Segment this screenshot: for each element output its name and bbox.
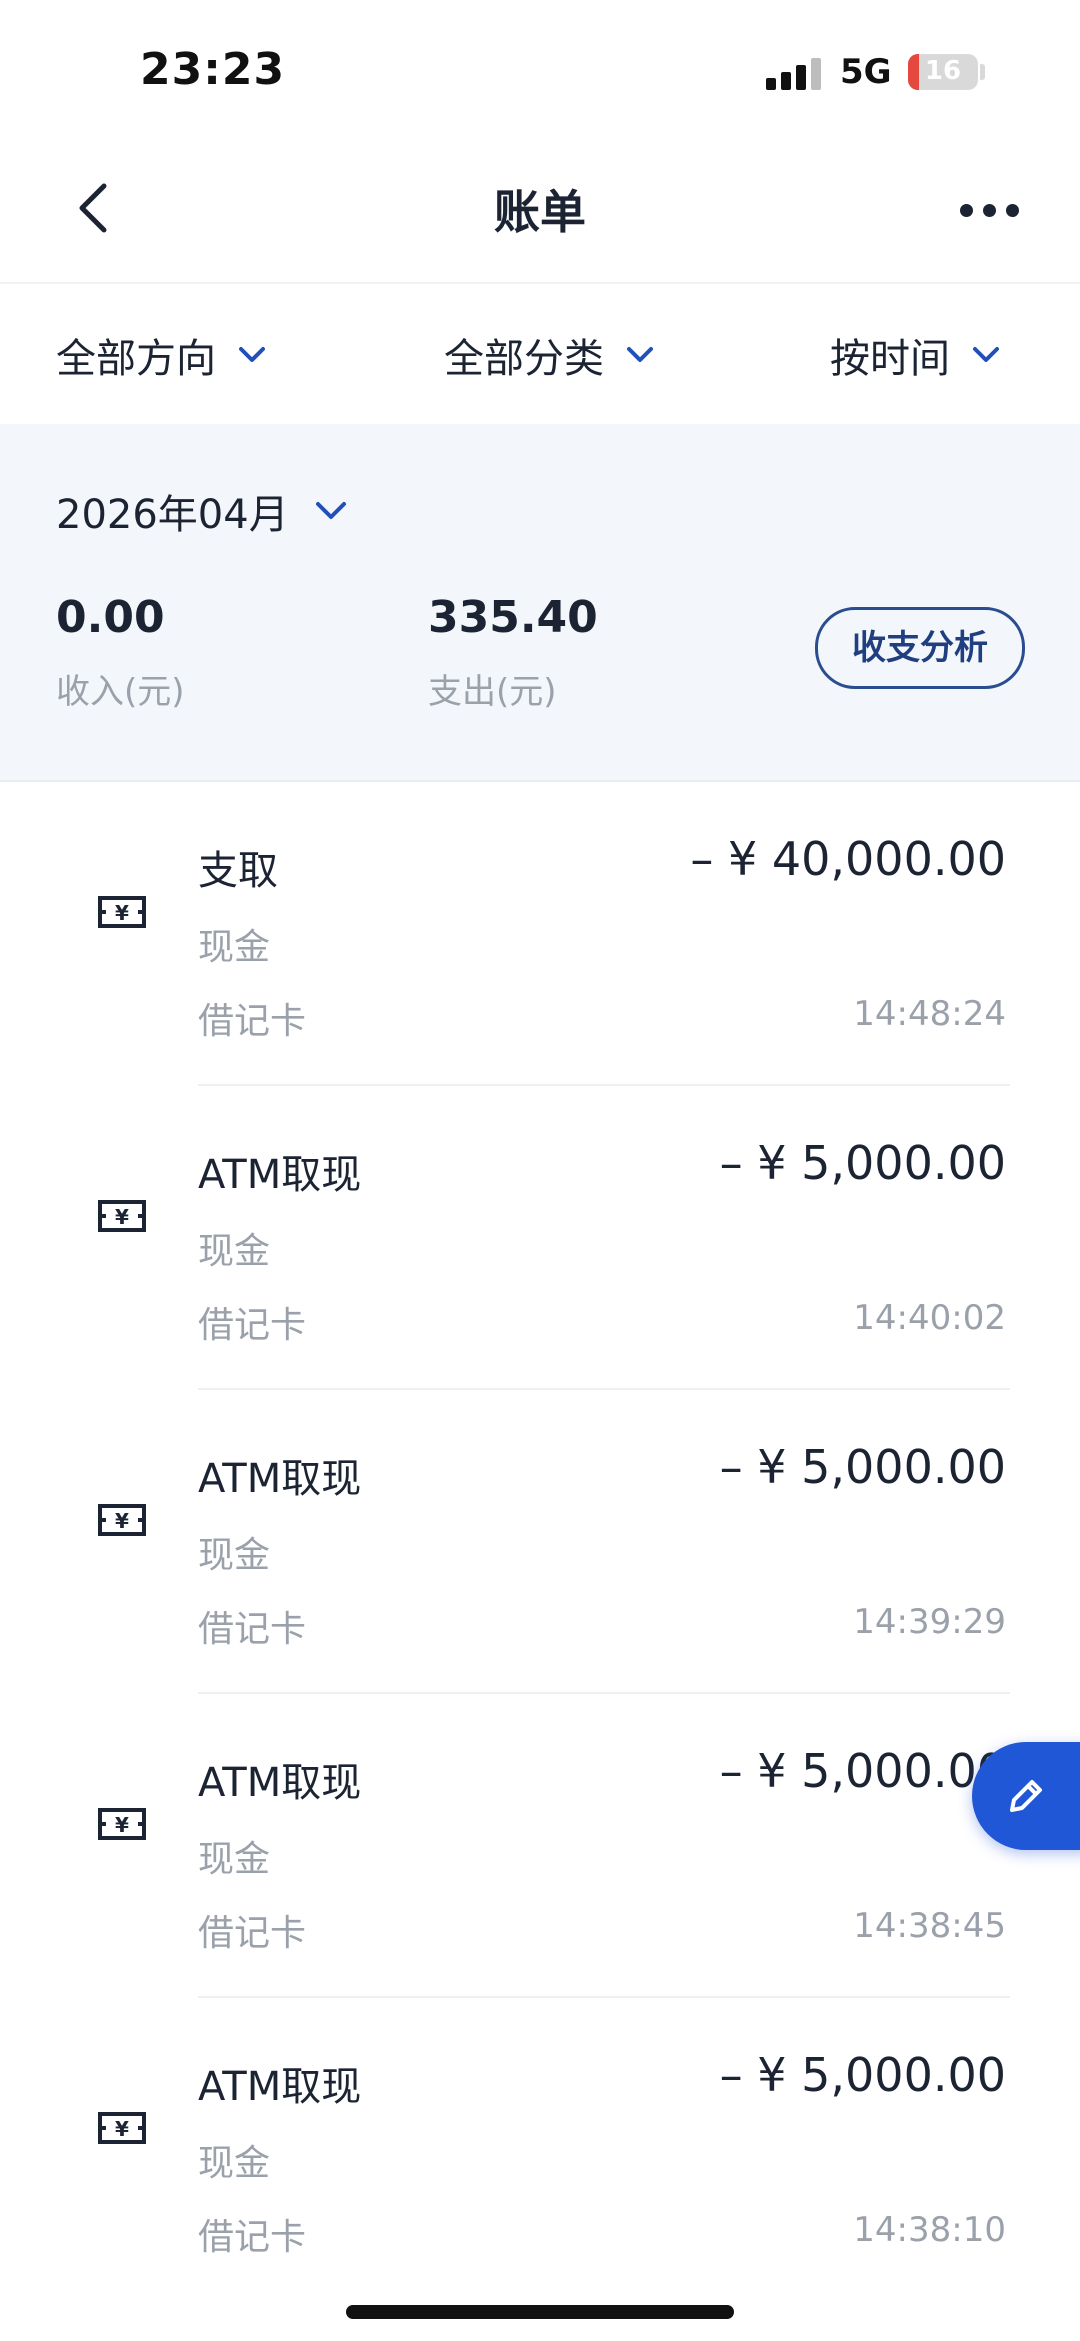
transaction-category: 现金 (198, 2143, 271, 2184)
expense-value: 335.40 (428, 592, 598, 643)
transaction-card: 借记卡 (198, 1609, 307, 1650)
filter-direction-label: 全部方向 (56, 336, 216, 382)
list-item[interactable]: ¥ ATM取现 – ¥ 5,000.00 现金 借记卡 14:38:45 (0, 1694, 1080, 1998)
chevron-down-icon (973, 347, 999, 362)
chevron-down-icon (239, 347, 265, 362)
filter-bar: 全部方向 全部分类 按时间 (0, 284, 1080, 424)
chevron-down-icon (627, 347, 653, 362)
status-bar: 23:23 5G 16 (0, 0, 1080, 140)
transaction-card: 借记卡 (198, 1001, 307, 1042)
transaction-category: 现金 (198, 1839, 271, 1880)
income-value: 0.00 (56, 592, 165, 643)
transaction-amount: – ¥ 5,000.00 (719, 1440, 1006, 1494)
signal-icon (766, 56, 826, 90)
transaction-card: 借记卡 (198, 2217, 307, 2258)
svg-text:¥: ¥ (115, 1205, 129, 1229)
transaction-time: 14:38:10 (853, 2210, 1006, 2250)
more-button[interactable] (950, 192, 1030, 228)
summary-panel: 2026年04月 0.00 收入(元) 335.40 支出(元) 收支分析 (0, 424, 1080, 782)
edit-fab-button[interactable] (972, 1742, 1080, 1850)
transaction-time: 14:48:24 (853, 994, 1006, 1034)
transaction-card: 借记卡 (198, 1913, 307, 1954)
filter-direction[interactable]: 全部方向 (56, 326, 266, 384)
more-dots-icon (960, 204, 973, 217)
transaction-title: 支取 (198, 848, 278, 894)
transaction-card: 借记卡 (198, 1305, 307, 1346)
cash-icon: ¥ (98, 896, 146, 928)
pencil-icon (1010, 1780, 1042, 1812)
transaction-amount: – ¥ 40,000.00 (690, 832, 1006, 886)
svg-text:¥: ¥ (115, 1509, 129, 1533)
cash-icon: ¥ (98, 1200, 146, 1232)
cash-icon: ¥ (98, 2112, 146, 2144)
list-item[interactable]: ¥ ATM取现 – ¥ 5,000.00 现金 借记卡 14:40:02 (0, 1086, 1080, 1390)
transaction-amount: – ¥ 5,000.00 (719, 1744, 1006, 1798)
filter-category[interactable]: 全部分类 (444, 326, 654, 384)
transaction-title: ATM取现 (198, 1152, 362, 1198)
transaction-category: 现金 (198, 1535, 271, 1576)
transaction-time: 14:38:45 (853, 1906, 1006, 1946)
transaction-amount: – ¥ 5,000.00 (719, 1136, 1006, 1190)
month-selector[interactable]: 2026年04月 (56, 482, 347, 540)
svg-text:¥: ¥ (115, 1813, 129, 1837)
filter-sort-label: 按时间 (830, 336, 950, 382)
battery-cap (980, 64, 985, 80)
svg-text:¥: ¥ (115, 2117, 129, 2141)
list-item[interactable]: ¥ ATM取现 – ¥ 5,000.00 现金 借记卡 14:39:29 (0, 1390, 1080, 1694)
transaction-category: 现金 (198, 927, 271, 968)
transaction-time: 14:40:02 (853, 1298, 1006, 1338)
battery-icon: 16 (908, 54, 978, 90)
transaction-time: 14:39:29 (853, 1602, 1006, 1642)
transaction-amount: – ¥ 5,000.00 (719, 2048, 1006, 2102)
network-type: 5G (840, 52, 892, 92)
analysis-button[interactable]: 收支分析 (815, 607, 1025, 689)
nav-bar: 账单 (0, 140, 1080, 284)
income-label: 收入(元) (56, 672, 185, 712)
transaction-title: ATM取现 (198, 1760, 362, 1806)
transaction-category: 现金 (198, 1231, 271, 1272)
list-item[interactable]: ¥ ATM取现 – ¥ 5,000.00 现金 借记卡 14:38:10 (0, 1998, 1080, 2302)
month-label: 2026年04月 (56, 492, 289, 538)
status-time: 23:23 (140, 44, 286, 95)
svg-text:¥: ¥ (115, 901, 129, 925)
list-item[interactable]: ¥ 支取 – ¥ 40,000.00 现金 借记卡 14:48:24 (0, 782, 1080, 1086)
page-title: 账单 (494, 185, 586, 239)
cash-icon: ¥ (98, 1808, 146, 1840)
transaction-title: ATM取现 (198, 2064, 362, 2110)
filter-category-label: 全部分类 (444, 336, 604, 382)
battery-level: 16 (924, 56, 962, 86)
filter-sort[interactable]: 按时间 (830, 326, 1000, 384)
expense-label: 支出(元) (428, 672, 557, 712)
transaction-title: ATM取现 (198, 1456, 362, 1502)
cash-icon: ¥ (98, 1504, 146, 1536)
home-indicator[interactable] (346, 2305, 734, 2319)
chevron-down-icon (315, 502, 346, 519)
